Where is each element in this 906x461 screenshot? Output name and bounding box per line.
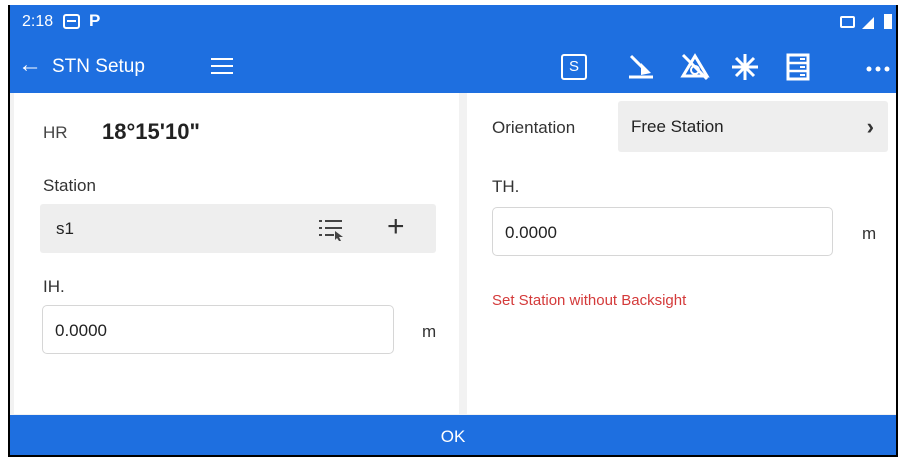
- screen: 2:18 P ← STN Setup S HR 18°15'10" Statio…: [0, 0, 906, 461]
- signal-icon: [862, 17, 874, 29]
- add-station-icon[interactable]: +: [387, 209, 405, 245]
- th-unit: m: [862, 224, 877, 243]
- ih-label: IH.: [43, 277, 65, 296]
- ih-input[interactable]: 0.0000: [42, 305, 394, 354]
- station-label: Station: [43, 176, 96, 195]
- th-input[interactable]: 0.0000: [492, 207, 833, 256]
- back-icon[interactable]: ←: [18, 51, 42, 79]
- no-prism-icon[interactable]: [679, 51, 711, 83]
- orientation-panel: Orientation Free Station › TH. 0.0000 m …: [467, 93, 896, 414]
- station-panel: HR 18°15'10" Station s1 + IH. 0.0000 m: [14, 93, 459, 414]
- laser-icon[interactable]: [729, 51, 761, 83]
- hr-label: HR: [43, 123, 68, 142]
- photos-icon: [63, 14, 80, 29]
- orientation-label: Orientation: [492, 118, 576, 137]
- page-title: STN Setup: [52, 56, 145, 77]
- device-frame: 2:18 P ← STN Setup S HR 18°15'10" Statio…: [8, 5, 898, 457]
- orientation-selector[interactable]: Free Station ›: [618, 101, 888, 152]
- s-mode-button[interactable]: S: [561, 54, 587, 80]
- th-label: TH.: [492, 177, 520, 196]
- station-value: s1: [56, 219, 74, 238]
- cast-icon: [840, 16, 855, 28]
- backsight-warning: Set Station without Backsight: [492, 292, 687, 309]
- parking-icon: P: [89, 11, 101, 30]
- status-bar: 2:18 P: [10, 5, 896, 41]
- station-selector[interactable]: s1 +: [40, 204, 436, 253]
- menu-icon[interactable]: [211, 58, 233, 76]
- orientation-value: Free Station: [631, 117, 724, 136]
- more-icon[interactable]: [862, 51, 894, 83]
- storage-icon[interactable]: [782, 51, 814, 83]
- status-time: 2:18: [22, 13, 54, 30]
- tilt-icon[interactable]: [625, 51, 657, 83]
- ok-button[interactable]: OK: [10, 415, 896, 455]
- battery-icon: [884, 14, 892, 29]
- th-value: 0.0000: [505, 223, 557, 242]
- point-list-icon[interactable]: [318, 217, 344, 241]
- ih-value: 0.0000: [55, 321, 107, 340]
- hr-value: 18°15'10": [102, 119, 200, 144]
- ih-unit: m: [422, 322, 437, 341]
- app-bar: ← STN Setup S: [10, 41, 896, 93]
- chevron-right-icon: ›: [866, 114, 874, 139]
